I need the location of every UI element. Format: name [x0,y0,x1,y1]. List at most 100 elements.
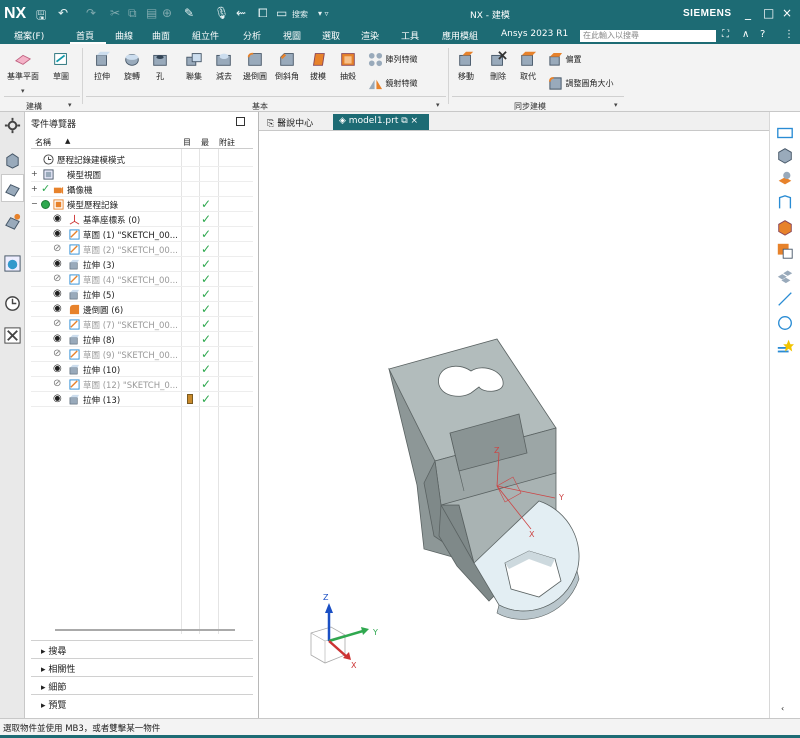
menu-select[interactable]: 選取 [322,29,340,42]
visible-eye-icon[interactable]: ◉ [53,288,64,299]
replace-button[interactable]: 取代 [514,50,542,82]
collapse-icon[interactable]: − [31,199,38,208]
panel-search[interactable]: ▸ 搜尋 [31,640,253,657]
visible-eye-icon[interactable]: ◉ [53,258,64,269]
undo-icon[interactable]: ↶ [58,6,68,20]
visible-eye-icon[interactable]: ◉ [53,228,64,239]
touch-mode-icon[interactable]: ✎ [184,6,194,20]
tab-close-icon[interactable]: × [411,116,419,126]
tab-home[interactable]: ⎘ 醫說中心 [261,114,319,130]
menu-tools[interactable]: 工具 [401,29,419,42]
datum-plane-button[interactable]: 基準平面 [6,50,40,82]
offset-button[interactable]: 偏置 [548,52,620,67]
circle-icon[interactable] [776,314,794,332]
navigator-row[interactable]: ◉ 拉伸 (5) ✓ [31,287,253,302]
command-search-input[interactable]: 在此輸入以搜尋 [580,30,716,42]
column-name[interactable]: 名稱 [35,137,51,148]
navigator-row[interactable]: ⊘ 草圖 (9) "SKETCH_00... ✓ [31,347,253,362]
menu-file[interactable]: 檔案(F) [14,29,44,42]
extrude-button[interactable]: 拉伸 [88,50,116,82]
menu-curve[interactable]: 曲線 [115,29,133,42]
paste-icon[interactable]: ▤ [146,6,157,20]
visible-eye-icon[interactable]: ◉ [53,393,64,404]
close-button[interactable]: × [782,6,792,20]
section-view-icon[interactable] [776,194,794,212]
collapse-toolbar-icon[interactable]: ‹ [781,704,784,713]
revolve-button[interactable]: 旋轉 [118,50,146,82]
quick-search[interactable]: 搜索 [292,9,308,20]
navigator-row[interactable]: ⊘ 草圖 (12) "SKETCH_0... ✓ [31,377,253,392]
navigator-row[interactable]: 歷程記錄建模模式 [31,152,253,167]
history-clock-icon[interactable] [3,294,22,313]
navigator-row[interactable]: ◉ 拉伸 (8) ✓ [31,332,253,347]
mirror-feature-button[interactable]: 鏡射特徵 [368,76,442,91]
pattern-feature-button[interactable]: 陣列特徵 [368,52,442,67]
column-comment[interactable]: 附註 [219,137,235,148]
navigator-row[interactable]: ⊘ 草圖 (7) "SKETCH_00... ✓ [31,317,253,332]
visible-eye-icon[interactable]: ◉ [53,363,64,374]
constraint-navigator-icon[interactable] [3,212,22,231]
menu-view[interactable]: 視圖 [283,29,301,42]
expand-icon[interactable]: + [31,169,38,178]
view-rectangle-icon[interactable] [776,124,794,142]
copy-icon[interactable]: ⧉ [128,6,137,21]
visible-eye-icon[interactable]: ◉ [53,333,64,344]
highlight-icon[interactable] [776,338,794,356]
navigator-row[interactable]: + ✓ 攝像機 [31,182,253,197]
basic-group-dropdown-icon[interactable]: ▾ [436,101,440,109]
quick-access-dropdown-icon[interactable]: ▾ ▿ [318,9,329,18]
hidden-eye-icon[interactable]: ⊘ [53,348,64,359]
orient-view-icon[interactable] [776,170,794,188]
draft-button[interactable]: 拔模 [304,50,332,82]
part-model[interactable]: Z Y X Z Y X [259,131,769,719]
more-options-icon[interactable]: ⋮ [784,29,794,40]
menu-ansys[interactable]: Ansys 2023 R1 [501,29,568,39]
navigator-row[interactable]: ◉ 拉伸 (13) ✓ [31,392,253,407]
graphics-window[interactable]: Z Y X Z Y X [259,130,769,718]
datum-dropdown-icon[interactable]: ▾ [21,87,25,95]
role-tools-icon[interactable] [3,326,22,345]
navigator-row[interactable]: + 模型視圖 [31,167,253,182]
web-browser-icon[interactable] [3,254,22,273]
layer-settings-icon[interactable] [776,242,794,260]
expand-icon[interactable]: + [31,184,38,193]
maximize-button[interactable]: □ [763,6,774,20]
visible-eye-icon[interactable]: ◉ [53,213,64,224]
visible-eye-icon[interactable]: ◉ [53,303,64,314]
microphone-icon[interactable]: 🎙 [214,6,229,20]
sketch-button[interactable]: 草圖 [46,50,76,82]
panel-preview[interactable]: ▸ 預覽 [31,694,253,711]
window-switch-icon[interactable]: ▭ [276,6,287,20]
shaded-view-icon[interactable] [776,146,794,164]
part-navigator-icon[interactable] [3,179,22,198]
navigator-row[interactable]: ◉ 拉伸 (3) ✓ [31,257,253,272]
sync-group-dropdown-icon[interactable]: ▾ [614,101,618,109]
subtract-button[interactable]: 減去 [210,50,238,82]
window-icon[interactable]: ⧠ [258,6,268,21]
horizontal-scrollbar[interactable] [55,629,235,631]
hidden-eye-icon[interactable]: ⊘ [53,273,64,284]
navigator-row[interactable]: ⊘ 草圖 (4) "SKETCH_00... ✓ [31,272,253,287]
navigator-row[interactable]: ⊘ 草圖 (2) "SKETCH_00... ✓ [31,242,253,257]
sort-arrow-icon[interactable]: ▲ [65,137,70,145]
navigator-row[interactable]: ◉ 草圖 (1) "SKETCH_00... ✓ [31,227,253,242]
hole-button[interactable]: 孔 [148,50,172,82]
shell-button[interactable]: 抽殼 [334,50,362,82]
selection-icon[interactable]: ⇜ [236,6,246,20]
menu-analysis[interactable]: 分析 [243,29,261,42]
tab-model[interactable]: ◈ model1.prt ⧉ × [333,114,429,130]
help-icon[interactable]: ? [760,29,765,40]
assembly-navigator-icon[interactable] [3,150,22,169]
column-current[interactable]: 目 [183,137,191,148]
search-icon[interactable]: ⌕ [703,29,708,39]
menu-home[interactable]: 首頁 [76,29,94,42]
delete-button[interactable]: 刪除 [484,50,512,82]
full-screen-icon[interactable]: ⛶ [722,29,729,40]
navigator-row[interactable]: ◉ 邊倒圓 (6) ✓ [31,302,253,317]
menu-assembly[interactable]: 組立件 [192,29,219,42]
repeat-command-icon[interactable]: ⊕ [162,6,172,20]
maximize-panel-icon[interactable] [236,117,245,126]
construct-group-dropdown-icon[interactable]: ▾ [68,101,72,109]
chamfer-button[interactable]: 倒斜角 [272,50,302,82]
render-style-icon[interactable] [776,218,794,236]
